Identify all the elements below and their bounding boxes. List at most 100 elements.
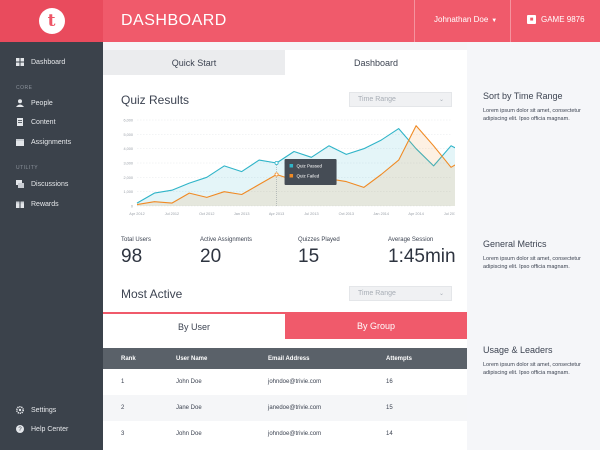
x-tick-label: Jan 2013 <box>234 212 250 216</box>
header-divider <box>414 0 415 42</box>
game-selector[interactable]: ■ GAME 9876 <box>527 15 585 24</box>
sidebar-section-core: CORE <box>16 85 33 91</box>
column-header-email[interactable]: Email Address <box>268 356 309 362</box>
attempts-cell: 15 <box>386 405 393 411</box>
game-label: GAME 9876 <box>541 15 585 24</box>
table-row[interactable]: 3 John Doe johndoe@trivie.com 14 <box>103 421 467 447</box>
x-tick-label: Oct 2013 <box>339 212 354 216</box>
user-menu[interactable]: Johnathan Doe ▼ <box>434 15 497 24</box>
table-header: Rank User Name Email Address Attempts <box>103 348 467 369</box>
dashboard-icon <box>16 58 24 66</box>
help-icon: ? <box>16 425 24 433</box>
email-cell: johndoe@trivie.com <box>268 431 322 437</box>
sidebar-item-help-center[interactable]: ? Help Center <box>16 425 68 433</box>
time-range-select[interactable]: Time Range ⌄ <box>349 92 452 107</box>
sidebar-item-rewards[interactable]: Rewards <box>16 200 59 208</box>
discussions-icon <box>16 180 24 188</box>
table-row[interactable]: 2 Jane Doe janedoe@trivie.com 15 <box>103 395 467 421</box>
sidebar-item-assignments[interactable]: Assignments <box>16 138 71 146</box>
logo-box[interactable]: t <box>0 0 103 42</box>
rank-cell: 2 <box>121 405 125 411</box>
tooltip-point <box>274 161 279 166</box>
group-tabs: By User By Group <box>103 312 467 339</box>
time-range-select[interactable]: Time Range ⌄ <box>349 286 452 301</box>
chevron-down-icon: ▼ <box>491 18 498 24</box>
attempts-cell: 16 <box>386 379 393 385</box>
stat-label: Average Session <box>388 237 434 243</box>
tooltip-point <box>274 172 279 177</box>
x-tick-label: Apr 2012 <box>129 212 144 216</box>
tab-by-user[interactable]: By User <box>103 312 285 339</box>
x-tick-label: Jul 2014 <box>444 212 455 216</box>
y-tick-label: 6,000 <box>123 119 133 123</box>
y-tick-label: 0 <box>131 205 133 209</box>
table-row[interactable]: 1 John Doe johndoe@trivie.com 16 <box>103 369 467 395</box>
top-bar: t DASHBOARD Johnathan Doe ▼ ■ GAME 9876 <box>0 0 600 42</box>
sidebar-item-discussions[interactable]: Discussions <box>16 180 68 188</box>
main-tabs: Quick Start Dashboard <box>103 50 467 75</box>
stat-quizzes-played: Quizzes Played 15 <box>298 237 340 268</box>
x-tick-label: Apr 2013 <box>269 212 284 216</box>
stat-active-assignments: Active Assignments 20 <box>200 237 252 268</box>
help-section-title: General Metrics <box>483 239 547 249</box>
stat-label: Active Assignments <box>200 237 253 243</box>
help-section-text: Lorem ipsum dolor sit amet, consectetur … <box>483 362 581 376</box>
content-icon <box>16 118 24 126</box>
sidebar-item-dashboard[interactable]: Dashboard <box>16 58 65 66</box>
user-name-cell: John Doe <box>176 379 202 385</box>
sidebar-item-label: Content <box>31 118 56 126</box>
x-tick-label: Jul 2012 <box>165 212 179 216</box>
chevron-down-icon: ⌄ <box>438 97 444 103</box>
quiz-results-title: Quiz Results <box>121 93 190 107</box>
sidebar-item-settings[interactable]: Settings <box>16 406 56 414</box>
column-header-rank[interactable]: Rank <box>121 356 136 362</box>
user-name-cell: John Doe <box>176 431 202 437</box>
attempts-cell: 14 <box>386 431 393 437</box>
help-section-title: Sort by Time Range <box>483 91 563 101</box>
tooltip-label: Quiz Passed <box>297 163 323 168</box>
y-tick-label: 3,000 <box>123 162 133 166</box>
stat-total-users: Total Users 98 <box>121 237 151 268</box>
tooltip-swatch <box>289 174 294 178</box>
user-name: Johnathan Doe <box>434 15 489 24</box>
email-cell: janedoe@trivie.com <box>268 405 322 411</box>
quiz-results-chart[interactable]: 0 1,000 2,000 3,000 4,000 5,000 6,000 Apr 2012 J… <box>115 114 455 220</box>
tab-quick-start[interactable]: Quick Start <box>103 50 285 75</box>
x-tick-label: Oct 2012 <box>199 212 214 216</box>
people-icon <box>16 99 24 107</box>
stat-label: Total Users <box>121 237 152 243</box>
sidebar-item-label: Dashboard <box>31 58 66 66</box>
most-active-title: Most Active <box>121 287 183 301</box>
tab-dashboard[interactable]: Dashboard <box>285 50 467 75</box>
time-range-placeholder: Time Range <box>358 290 396 297</box>
main-panel: Quick Start Dashboard Quiz Results Time … <box>103 50 467 450</box>
email-cell: johndoe@trivie.com <box>268 379 322 385</box>
stat-label: Quizzes Played <box>298 237 340 243</box>
assignments-icon <box>16 138 24 146</box>
sidebar-item-label: Help Center <box>31 425 69 433</box>
y-tick-label: 2,000 <box>123 176 133 180</box>
rank-cell: 3 <box>121 431 125 437</box>
help-section-text: Lorem ipsum dolor sit amet, consectetur … <box>483 256 581 270</box>
help-section-title: Usage & Leaders <box>483 345 553 355</box>
stat-average-session: Average Session 1:45min <box>388 237 456 268</box>
x-tick-label: Apr 2014 <box>408 212 423 216</box>
help-section-text: Lorem ipsum dolor sit amet, consectetur … <box>483 108 581 122</box>
sidebar-item-label: Rewards <box>31 200 59 208</box>
game-icon: ■ <box>527 15 536 24</box>
sidebar-item-content[interactable]: Content <box>16 118 56 126</box>
header-divider <box>510 0 511 42</box>
rank-cell: 1 <box>121 379 125 385</box>
rewards-icon <box>16 200 24 208</box>
column-header-attempts[interactable]: Attempts <box>386 356 412 362</box>
sidebar-item-people[interactable]: People <box>16 99 53 107</box>
y-tick-label: 1,000 <box>123 190 133 194</box>
column-header-user-name[interactable]: User Name <box>176 356 207 362</box>
app-logo[interactable]: t <box>38 8 65 34</box>
tab-by-group[interactable]: By Group <box>285 312 467 339</box>
x-tick-label: Jul 2013 <box>304 212 318 216</box>
x-tick-label: Jan 2014 <box>373 212 389 216</box>
tooltip-swatch <box>289 164 294 168</box>
sidebar-item-label: Discussions <box>31 180 69 188</box>
sidebar-item-label: Assignments <box>31 138 72 146</box>
